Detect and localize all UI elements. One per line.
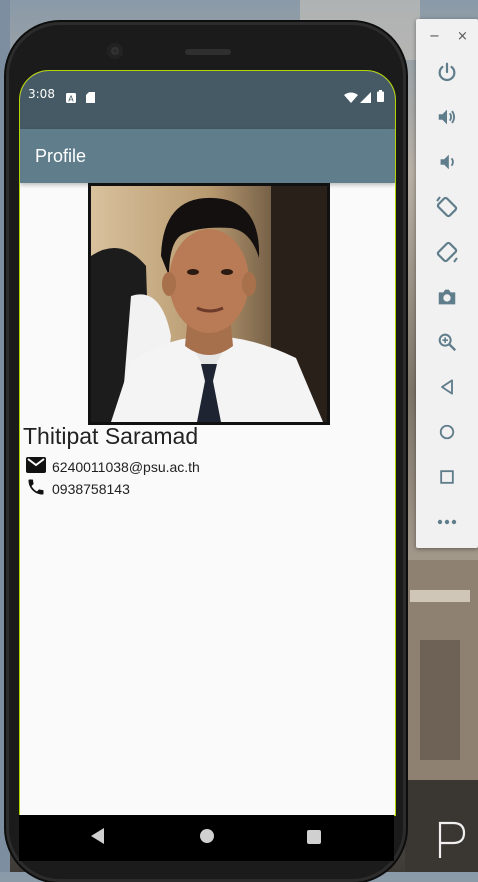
minimize-icon[interactable]: − <box>429 29 440 44</box>
cell-signal-icon <box>360 88 371 107</box>
volume-up-icon[interactable] <box>434 104 460 130</box>
home-icon[interactable] <box>434 419 460 445</box>
more-icon[interactable] <box>434 509 460 535</box>
status-time: 3:08 <box>28 87 55 101</box>
phone-speaker <box>185 49 231 55</box>
volume-down-icon[interactable] <box>434 149 460 175</box>
nav-overview-icon[interactable] <box>307 829 321 848</box>
battery-icon <box>377 87 384 106</box>
page-title: Profile <box>35 146 87 166</box>
navigation-bar <box>19 815 394 861</box>
sd-card-icon <box>86 88 95 107</box>
nav-home-icon[interactable] <box>199 828 215 848</box>
profile-email: 6240011038@psu.ac.th <box>52 459 200 475</box>
wifi-icon <box>344 88 358 107</box>
email-row: 6240011038@psu.ac.th <box>26 457 200 477</box>
rotate-left-icon[interactable] <box>434 194 460 220</box>
status-bar: 3:08 A <box>20 71 395 129</box>
svg-text:A: A <box>68 95 74 104</box>
phone-screen: 3:08 A Profile Thitipat Saramad 62400110… <box>19 70 396 816</box>
rotate-right-icon[interactable] <box>434 239 460 265</box>
emulator-toolbar: − × <box>416 19 478 548</box>
profile-phone: 0938758143 <box>52 481 130 497</box>
desktop-logo-icon <box>437 820 467 864</box>
close-icon[interactable]: × <box>457 29 468 44</box>
profile-photo <box>88 183 330 425</box>
nav-back-icon[interactable] <box>91 828 105 848</box>
phone-row: 0938758143 <box>26 479 130 499</box>
camera-icon[interactable] <box>434 284 460 310</box>
overview-icon[interactable] <box>434 464 460 490</box>
back-icon[interactable] <box>434 374 460 400</box>
app-bar: Profile <box>20 129 395 183</box>
front-camera <box>107 43 123 59</box>
profile-name: Thitipat Saramad <box>23 423 199 449</box>
phone-icon <box>26 477 46 501</box>
power-icon[interactable] <box>434 59 460 85</box>
zoom-icon[interactable] <box>434 329 460 355</box>
app-notification-icon: A <box>66 88 76 107</box>
email-icon <box>26 457 46 477</box>
